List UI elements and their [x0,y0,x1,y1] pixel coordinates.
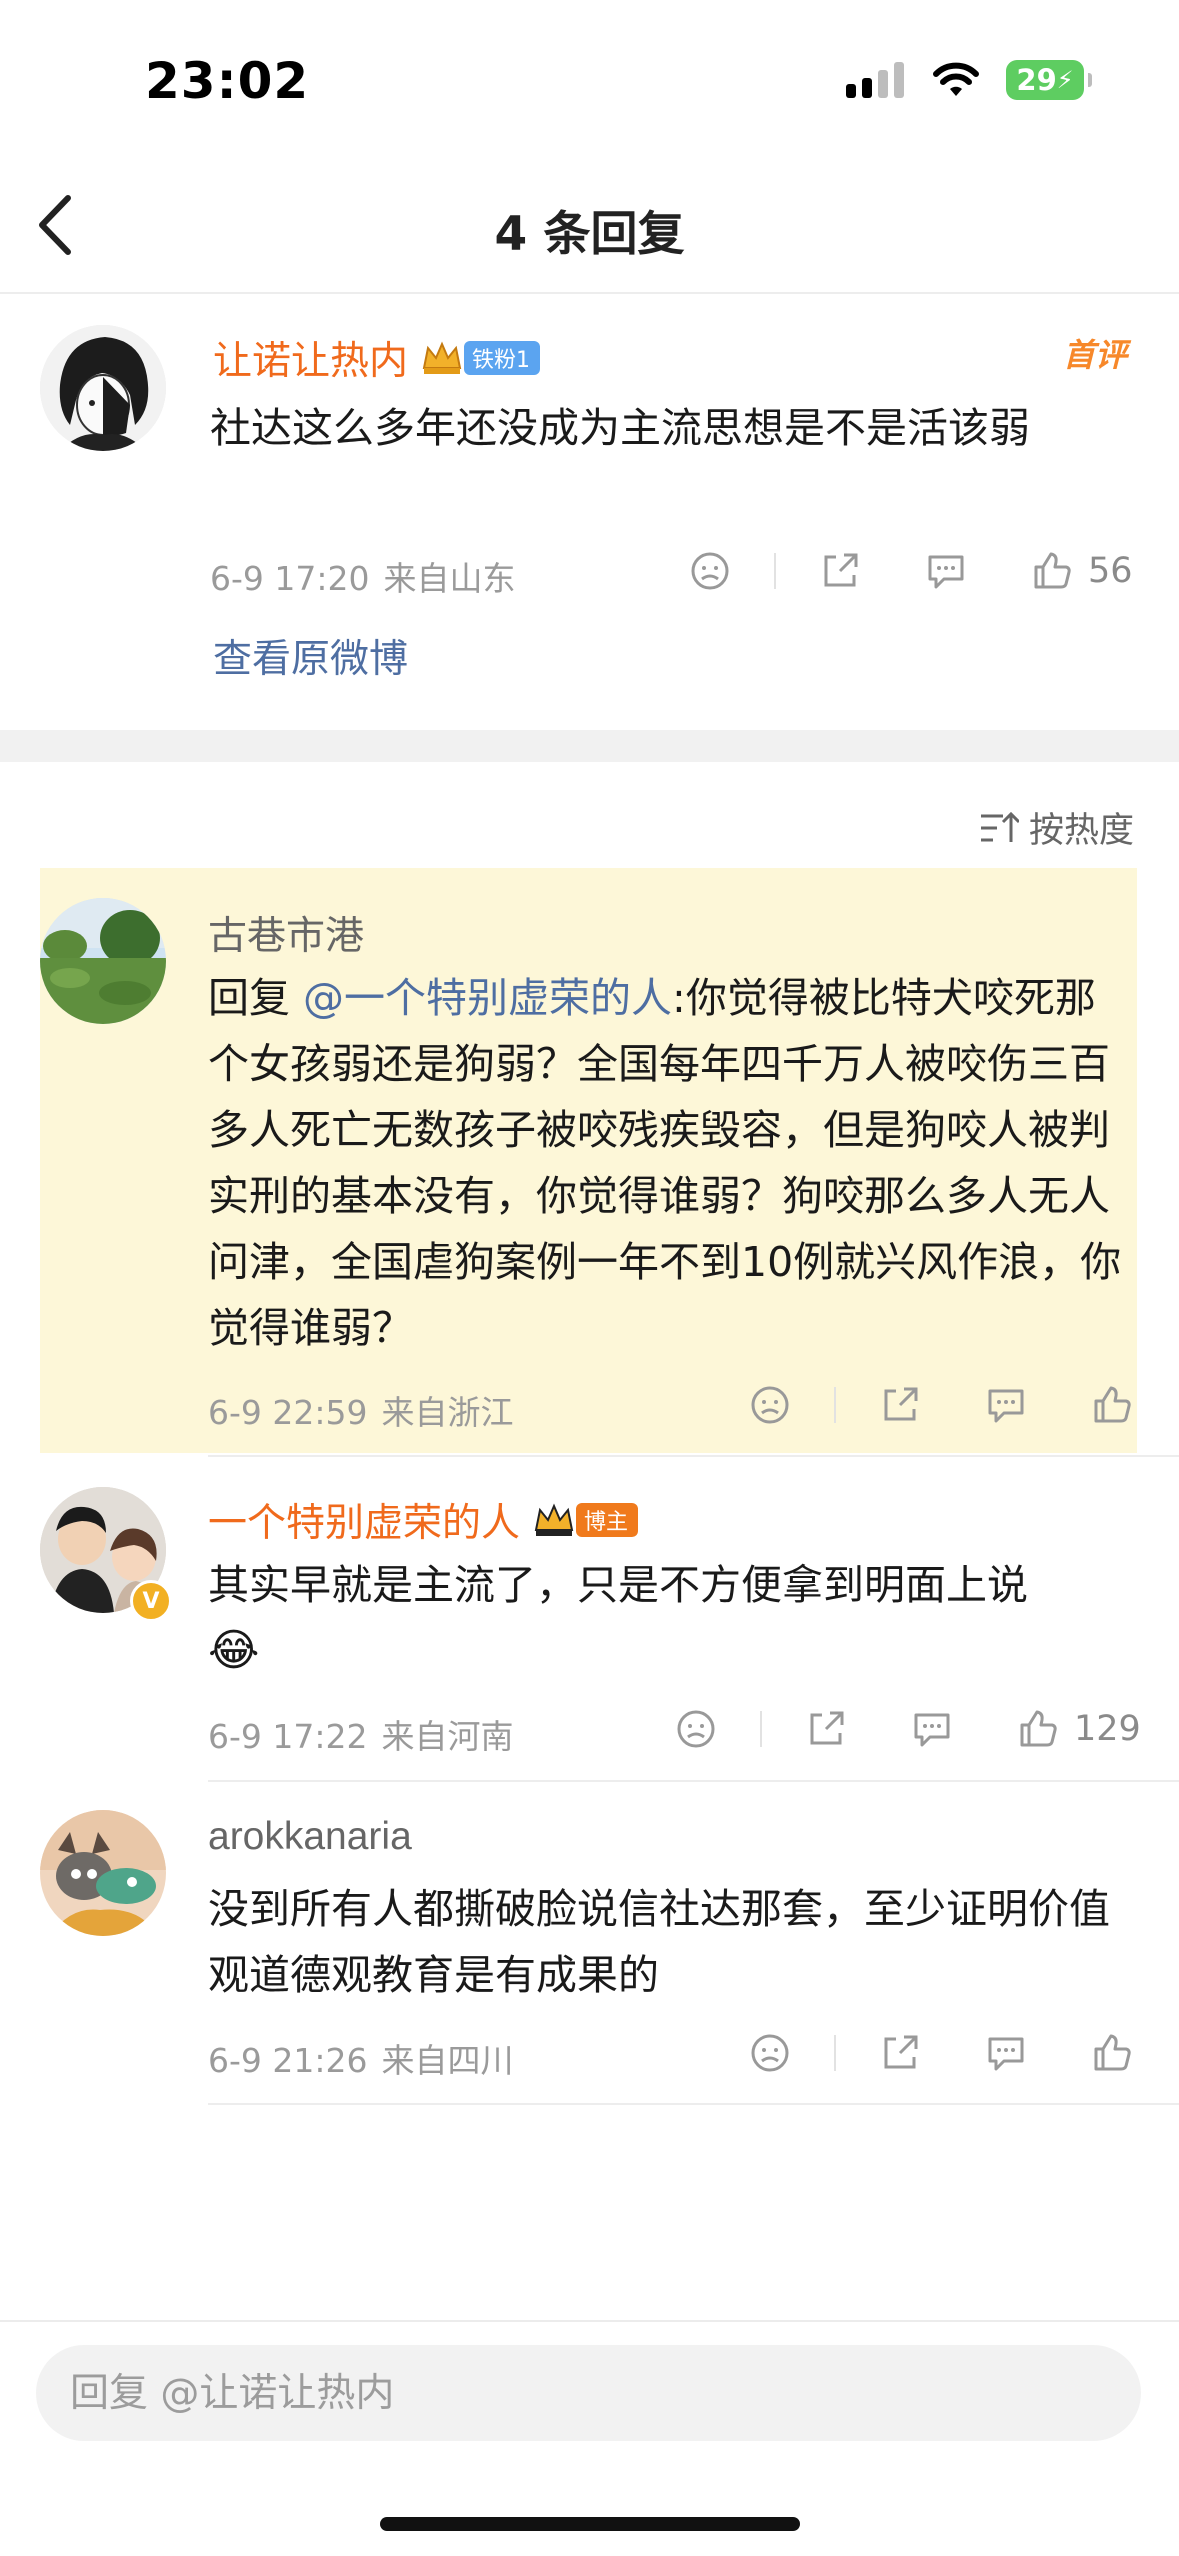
verified-icon: V [130,1580,172,1622]
action-divider [834,2035,836,2071]
home-indicator[interactable] [380,2517,800,2531]
like-icon[interactable] [1016,1707,1060,1751]
comment-icon[interactable] [984,2031,1028,2075]
reply-date: 6-9 17:22 [208,1717,368,1756]
like-icon[interactable] [1030,549,1074,593]
section-separator [0,730,1179,762]
avatar-illustration [40,1810,166,1936]
reply-body: 其实早就是主流了，只是不方便拿到明面上说 [208,1561,1028,1609]
reply-actions [748,1383,1148,1427]
view-original-weibo-link[interactable]: 查看原微博 [213,628,408,684]
reply-meta: 6-9 21:26 来自四川 [208,2034,528,2082]
dislike-icon[interactable] [688,549,732,593]
row-divider [208,1780,1179,1782]
action-divider [834,1387,836,1423]
laughing-emoji-icon: 😂 [208,1625,260,1676]
share-icon[interactable] [878,1383,922,1427]
reply-meta: 6-9 22:59 来自浙江 [208,1386,528,1434]
like-count: 56 [1088,551,1133,591]
dislike-icon[interactable] [748,2031,792,2075]
crown-icon [422,341,462,374]
avatar[interactable] [40,325,166,451]
reply-author[interactable]: 古巷市港 [208,905,364,961]
row-divider [208,2103,1179,2105]
reply-text: 没到所有人都撕破脸说信社达那套，至少证明价值观道德观教育是有成果的 [208,1885,1110,1999]
reply-text: 回复 @一个特别虚荣的人:你觉得被比特犬咬死那个女孩弱还是狗弱？全国每年四千万人… [208,965,1128,1361]
comment-date: 6-9 17:20 [210,559,370,598]
comment-author[interactable]: 让诺让热内 [213,330,408,386]
reply-location: 来自河南 [381,1717,514,1756]
comment-text: 社达这么多年还没成为主流思想是不是活该弱 [210,404,1030,452]
mention-link[interactable]: @一个特别虚荣的人 [303,974,672,1022]
avatar[interactable] [40,898,166,1024]
reply-author[interactable]: 一个特别虚荣的人 [208,1492,520,1548]
reply-date: 6-9 21:26 [208,2041,368,2080]
share-icon[interactable] [804,1707,848,1751]
comment-location: 来自山东 [383,559,516,598]
action-divider [760,1711,762,1747]
reply-location: 来自浙江 [381,1393,514,1432]
page-title: 4 条回复 [494,207,685,262]
sort-icon [980,811,1019,842]
reply-author[interactable]: arokkanaria [208,1815,412,1859]
comment-icon[interactable] [924,549,968,593]
status-time: 23:02 [145,52,310,110]
battery-level: 29 [1016,63,1057,97]
like-icon[interactable] [1090,1383,1134,1427]
dislike-icon[interactable] [674,1707,718,1751]
row-divider [208,1455,1179,1457]
share-icon[interactable] [818,549,862,593]
avatar[interactable] [40,1810,166,1936]
crown-icon [534,1503,574,1536]
share-icon[interactable] [878,2031,922,2075]
reply-meta: 6-9 17:22 来自河南 [208,1710,528,1758]
sort-by-hot-button[interactable]: 按热度 [979,802,1134,853]
wifi-icon [933,62,979,96]
sort-label: 按热度 [1028,811,1134,851]
fan-badge[interactable]: 铁粉1 [464,341,541,375]
like-count: 129 [1074,1709,1141,1749]
reply-date: 6-9 22:59 [208,1393,368,1432]
cellular-signal-icon [846,62,904,98]
comment-actions: 56 [688,549,1133,593]
comment-meta: 6-9 17:20 来自山东 [210,552,530,600]
action-divider [774,553,776,589]
reply-prefix: 回复 [208,974,304,1022]
reply-text: 其实早就是主流了，只是不方便拿到明面上说 😂 [208,1552,1128,1684]
battery-charging-icon: 29 ⚡ [1006,60,1092,100]
avatar-illustration [40,325,166,451]
bottom-divider [0,2320,1179,2322]
status-icons: 29 ⚡ [846,60,1092,100]
reply-actions: 129 [674,1707,1141,1751]
reply-body: :你觉得被比特犬咬死那个女孩弱还是狗弱？全国每年四千万人被咬伤三百多人死亡无数孩… [208,974,1122,1352]
reply-location: 来自四川 [381,2041,514,2080]
comment-icon[interactable] [984,1383,1028,1427]
like-icon[interactable] [1090,2031,1134,2075]
first-comment-tag: 首评 [1062,336,1127,374]
dislike-icon[interactable] [748,1383,792,1427]
avatar-landscape-photo [40,898,166,1024]
author-badge[interactable]: 博主 [576,1503,639,1537]
reply-actions [748,2031,1148,2075]
comment-icon[interactable] [910,1707,954,1751]
reply-input[interactable] [36,2345,1141,2441]
header-divider [0,292,1179,294]
